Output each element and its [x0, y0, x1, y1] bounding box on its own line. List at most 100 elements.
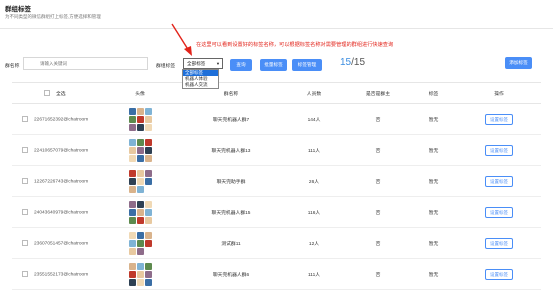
table-row: 23551552173@chatroom 聊天完机器人群6 111人 否 暂无 …	[12, 258, 541, 290]
avatar-tile	[136, 123, 144, 131]
avatar-tile	[128, 262, 136, 270]
avatar-tile	[128, 200, 136, 208]
row-checkbox[interactable]	[22, 115, 28, 122]
avatar-tile	[144, 200, 152, 208]
select-all-label: 全选	[56, 91, 66, 97]
avatar-tile	[136, 278, 144, 286]
row-checkbox[interactable]	[22, 146, 28, 153]
avatar-tile	[128, 138, 136, 146]
table-row: 24043640979@chatroom 聊天完机器人群15 116人 否 暂无…	[12, 196, 541, 228]
avatar-tile	[144, 177, 152, 185]
avatar-tile	[136, 185, 144, 193]
action-cell: 设置标签	[457, 134, 541, 166]
avatar-tile	[128, 231, 136, 239]
group-name: 聊天完机器人群6	[180, 258, 282, 290]
group-id: 22410657079@chatroom	[34, 148, 89, 154]
action-cell: 设置标签	[457, 196, 541, 228]
set-tag-button[interactable]: 设置标签	[485, 206, 513, 218]
group-avatar	[128, 262, 152, 286]
is-owner: 否	[346, 103, 410, 135]
tag-manage-button[interactable]: 标签管理	[292, 59, 322, 71]
member-count: 12人	[282, 227, 346, 259]
avatar-tile	[128, 154, 136, 162]
column-header: 标签	[410, 82, 457, 104]
row-select-cell: 22671652392@chatroom	[12, 103, 100, 135]
avatar-tile	[136, 177, 144, 185]
table-row: 23607051457@chatroom 测试群11 12人 否 暂无 设置标签	[12, 227, 541, 259]
is-owner: 否	[346, 258, 410, 290]
query-button[interactable]: 查询	[230, 59, 252, 71]
row-checkbox[interactable]	[22, 270, 28, 277]
avatar-tile	[128, 185, 136, 193]
avatar-tile	[144, 216, 152, 224]
row-select-cell: 22410657079@chatroom	[12, 134, 100, 166]
group-avatar	[128, 231, 152, 255]
action-cell: 设置标签	[457, 258, 541, 290]
avatar-tile	[144, 107, 152, 115]
avatar-tile	[128, 169, 136, 177]
row-select-cell: 23607051457@chatroom	[12, 227, 100, 259]
avatar-tile	[144, 262, 152, 270]
member-count: 111人	[282, 258, 346, 290]
set-tag-button[interactable]: 设置标签	[485, 113, 513, 125]
group-name: 聊天完机器人群15	[180, 196, 282, 228]
row-checkbox[interactable]	[22, 177, 28, 184]
avatar-tile	[144, 231, 152, 239]
group-id: 24043640979@chatroom	[34, 210, 89, 216]
avatar-cell	[100, 258, 180, 290]
batch-tag-button[interactable]: 批量标签	[260, 59, 287, 71]
group-avatar	[128, 200, 152, 224]
groups-table: 全选 头像 群名称 人员数 是否是群主 标签 操作 22671652392@ch…	[12, 82, 541, 290]
member-count: 116人	[282, 196, 346, 228]
set-tag-button[interactable]: 设置标签	[485, 268, 513, 280]
action-cell: 设置标签	[457, 227, 541, 259]
chevron-down-icon: ▼	[216, 61, 220, 66]
avatar-tile	[128, 270, 136, 278]
counter-total: /15	[351, 57, 366, 68]
row-select-cell: 24043640979@chatroom	[12, 196, 100, 228]
avatar-tile	[144, 270, 152, 278]
avatar-tile	[144, 138, 152, 146]
set-tag-button[interactable]: 设置标签	[485, 175, 513, 187]
avatar-tile	[128, 239, 136, 247]
is-owner: 否	[346, 227, 410, 259]
avatar-tile	[128, 216, 136, 224]
avatar-tile	[145, 186, 152, 193]
set-tag-button[interactable]: 设置标签	[485, 237, 513, 249]
add-tag-button[interactable]: 添加标签	[505, 57, 532, 69]
avatar-tile	[136, 115, 144, 123]
avatar-tile	[136, 247, 144, 255]
group-id: 23551552173@chatroom	[34, 272, 89, 278]
avatar-cell	[100, 165, 180, 197]
tag-filter-label: 群组标签	[156, 64, 176, 69]
avatar-tile	[136, 154, 144, 162]
row-checkbox[interactable]	[22, 239, 28, 246]
tag-select[interactable]: 全部标签 ▼	[183, 58, 223, 69]
group-id: 23607051457@chatroom	[34, 241, 89, 247]
group-name-label: 群名称	[5, 64, 20, 69]
counter-current: 15	[340, 57, 352, 68]
avatar-tile	[136, 107, 144, 115]
avatar-tile	[144, 123, 152, 131]
avatar-tile	[128, 278, 136, 286]
dropdown-option[interactable]: 机器人交流	[183, 82, 218, 88]
search-input[interactable]	[23, 57, 148, 70]
avatar-tile	[136, 231, 144, 239]
avatar-tile	[136, 169, 144, 177]
is-owner: 否	[346, 134, 410, 166]
avatar-tile	[136, 262, 144, 270]
row-checkbox[interactable]	[22, 208, 28, 215]
avatar-cell	[100, 227, 180, 259]
set-tag-button[interactable]: 设置标签	[485, 144, 513, 156]
select-all-checkbox[interactable]	[44, 90, 50, 97]
avatar-tile	[144, 115, 152, 123]
avatar-tile	[145, 248, 152, 255]
page: 群组标签 为不同类型的微信群组打上标签,方便选择和管理 在这里可以看到设置好的标…	[0, 0, 553, 303]
select-all-header[interactable]: 全选	[12, 82, 100, 104]
avatar-tile	[144, 208, 152, 216]
table-row: 12267226743@chatroom 聊天完助手群 26人 否 暂无 设置标…	[12, 165, 541, 197]
action-cell: 设置标签	[457, 103, 541, 135]
avatar-tile	[136, 216, 144, 224]
avatar-tile	[128, 208, 136, 216]
column-header: 人员数	[282, 82, 346, 104]
